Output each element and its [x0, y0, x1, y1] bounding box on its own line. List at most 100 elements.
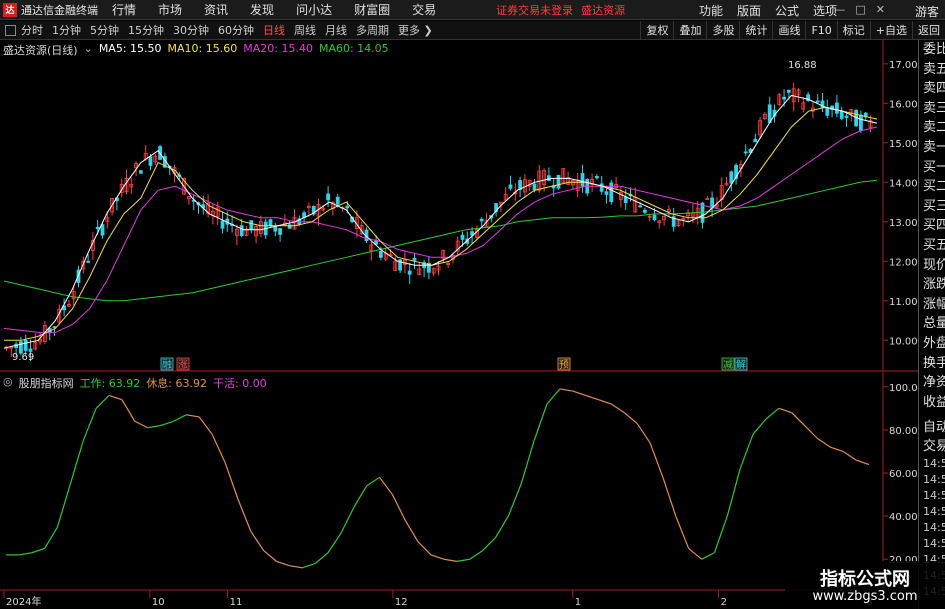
- multi-stock-button[interactable]: 多股: [706, 21, 739, 40]
- side-label[interactable]: 交易: [921, 437, 945, 456]
- candle-body: [724, 183, 729, 186]
- indicator-segment: [791, 412, 806, 427]
- side-trade-time[interactable]: 14:56: [921, 536, 945, 552]
- side-trade-time[interactable]: 14:56: [921, 520, 945, 536]
- ind-y-tick-label: 80.00: [889, 426, 918, 437]
- candle-body: [503, 194, 508, 201]
- menu-ask[interactable]: 问小达: [296, 1, 332, 18]
- indicator-segment: [765, 407, 780, 420]
- candle-body: [67, 303, 71, 307]
- side-label[interactable]: 涨跌: [921, 275, 945, 295]
- indicator-segment: [494, 515, 509, 538]
- tab-weekly[interactable]: 周线: [294, 22, 316, 38]
- indicator-segment: [701, 552, 715, 560]
- chart-area[interactable]: 17.00 16.00 15.00 14.00 13.00 12.00 11.00 10.00…: [0, 0, 945, 609]
- candle-body: [62, 305, 66, 311]
- watermark-title: 指标公式网: [820, 569, 910, 590]
- tab-5min[interactable]: 5分钟: [90, 22, 119, 38]
- indicator-circle-icon[interactable]: ◎: [3, 375, 13, 391]
- side-label[interactable]: 卖四: [921, 79, 945, 99]
- candle-body: [402, 259, 407, 266]
- candle-body: [868, 120, 873, 128]
- tab-intraday[interactable]: 分时: [21, 22, 43, 38]
- statistics-button[interactable]: 统计: [739, 21, 772, 40]
- maximize-icon[interactable]: □: [855, 3, 865, 16]
- candle-body: [91, 240, 95, 251]
- menu-discover[interactable]: 发现: [250, 1, 274, 18]
- side-label[interactable]: 委比: [921, 40, 945, 60]
- side-label[interactable]: 换手: [921, 354, 945, 374]
- guest-user[interactable]: 游客: [915, 3, 939, 20]
- draw-line-button[interactable]: 画线: [772, 21, 805, 40]
- candle-body: [230, 223, 235, 226]
- side-label[interactable]: 买二: [921, 177, 945, 197]
- side-trade-time[interactable]: 14:56: [921, 472, 945, 488]
- candle-body: [86, 260, 90, 263]
- side-trade-time[interactable]: 14:56: [921, 456, 945, 472]
- candle-body: [398, 259, 403, 271]
- chevron-down-icon[interactable]: ⌄: [84, 42, 93, 58]
- mark-button[interactable]: 标记: [836, 21, 870, 40]
- side-label[interactable]: 现价: [921, 256, 945, 276]
- candle-body: [643, 209, 647, 213]
- close-icon[interactable]: ✕: [876, 3, 885, 16]
- candle-body: [854, 109, 858, 127]
- menu-wealth[interactable]: 财富圈: [354, 1, 390, 18]
- indicator-name[interactable]: 股朋指标网: [19, 375, 74, 391]
- side-trade-time[interactable]: 14:56: [921, 504, 945, 520]
- tab-15min[interactable]: 15分钟: [128, 22, 164, 38]
- side-label[interactable]: 净资: [921, 373, 945, 393]
- tab-monthly[interactable]: 月线: [325, 22, 347, 38]
- menu-quotes[interactable]: 行情: [112, 1, 136, 18]
- toggle-panel-icon[interactable]: [5, 24, 16, 36]
- candle-body: [321, 208, 326, 211]
- indicator-segment: [69, 440, 84, 484]
- tab-more[interactable]: 更多 ❯: [398, 22, 433, 38]
- candle-body: [196, 202, 201, 206]
- candle-body: [388, 253, 393, 257]
- f10-button[interactable]: F10: [805, 21, 836, 40]
- menu-news[interactable]: 资讯: [204, 1, 228, 18]
- chevron-right-icon: ❯: [420, 24, 433, 37]
- side-trade-time[interactable]: 14:56: [921, 488, 945, 504]
- candle-body: [273, 226, 278, 232]
- side-label[interactable]: 自动: [921, 418, 945, 437]
- overlay-button[interactable]: 叠加: [673, 21, 706, 40]
- tab-30min[interactable]: 30分钟: [173, 22, 209, 38]
- side-label[interactable]: 买五: [921, 236, 945, 256]
- side-label[interactable]: 外盘: [921, 334, 945, 354]
- tab-60min[interactable]: 60分钟: [218, 22, 254, 38]
- candle-body: [484, 219, 489, 228]
- candle-body: [4, 346, 9, 349]
- indicator-segment: [18, 552, 32, 556]
- indicator-segment: [121, 399, 136, 422]
- login-warning[interactable]: 证券交易未登录: [496, 2, 573, 18]
- restore-rights-button[interactable]: 复权: [640, 21, 673, 40]
- menu-trade[interactable]: 交易: [412, 1, 436, 18]
- minimize-icon[interactable]: —: [834, 3, 845, 16]
- tab-daily[interactable]: 日线: [263, 22, 285, 38]
- side-label[interactable]: 卖三: [921, 99, 945, 119]
- y-tick-label: 13.00: [889, 218, 918, 229]
- menu-formula[interactable]: 公式: [775, 2, 799, 19]
- side-label[interactable]: 买一: [921, 158, 945, 178]
- event-tag-label: 涨: [178, 359, 188, 371]
- add-watchlist-button[interactable]: +自选: [869, 21, 912, 40]
- back-button[interactable]: 返回: [912, 21, 945, 40]
- side-label[interactable]: 买四: [921, 216, 945, 236]
- side-label[interactable]: 买三: [921, 197, 945, 217]
- side-label[interactable]: 卖二: [921, 118, 945, 138]
- side-label[interactable]: 卖五: [921, 60, 945, 80]
- indicator-segment: [611, 403, 625, 414]
- tab-1min[interactable]: 1分钟: [52, 22, 81, 38]
- side-label[interactable]: 总量: [921, 314, 945, 334]
- tab-multi-period[interactable]: 多周期: [356, 22, 389, 38]
- menu-layout[interactable]: 版面: [737, 2, 761, 19]
- side-label[interactable]: 收益: [921, 393, 945, 413]
- candle-body: [441, 249, 446, 259]
- candle-body: [820, 100, 825, 109]
- side-label[interactable]: 涨幅: [921, 295, 945, 315]
- side-label[interactable]: 卖一: [921, 138, 945, 158]
- menu-market[interactable]: 市场: [158, 1, 182, 18]
- menu-function[interactable]: 功能: [699, 2, 723, 19]
